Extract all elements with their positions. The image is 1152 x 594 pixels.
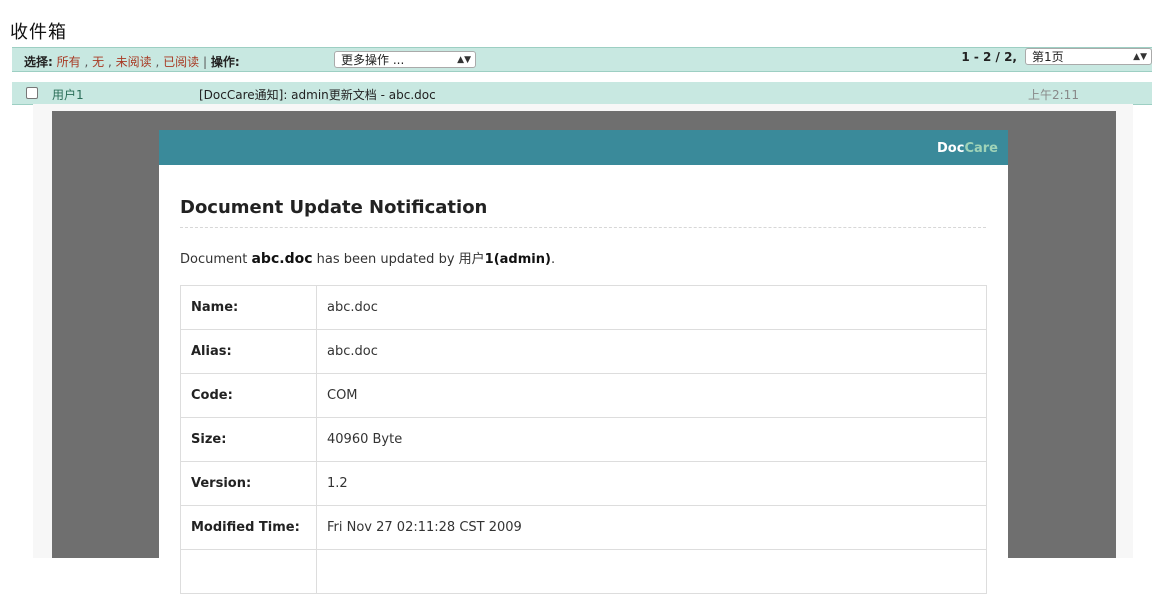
actions-dropdown[interactable]: 更多操作 ... ▲▼ [334, 51, 476, 68]
row-value: COM [316, 373, 987, 418]
row-key: Modified Time: [180, 505, 317, 550]
table-row: Version: 1.2 [180, 461, 987, 506]
desc-doc-name: abc.doc [251, 251, 313, 267]
desc-prefix: Document [180, 252, 252, 267]
select-label: 选择: [24, 55, 53, 69]
email-time: 上午2:11 [1028, 88, 1079, 102]
actions-label: 操作: [210, 55, 240, 69]
separator-pipe: | [202, 55, 208, 69]
desc-user-suffix: 1(admin) [484, 252, 551, 267]
row-key: Alias: [180, 329, 317, 374]
table-row: Size: 40960 Byte [180, 417, 987, 462]
selection-controls: 选择: 所有 , 无 , 未阅读 , 已阅读 | 操作: [24, 53, 240, 70]
checkbox-icon[interactable] [26, 87, 38, 99]
doccare-logo: DocCare [937, 141, 998, 156]
document-info-table: Name: abc.doc Alias: abc.doc Code: COM S… [180, 285, 987, 594]
pagination-text: 1 - 2 / 2, [961, 50, 1017, 64]
actions-dropdown-value: 更多操作 ... [341, 53, 405, 67]
email-sender[interactable]: 用户1 [52, 86, 84, 103]
up-down-arrows-icon: ▲▼ [1133, 52, 1147, 62]
page-dropdown[interactable]: 第1页 ▲▼ [1025, 48, 1152, 65]
row-key: Code: [180, 373, 317, 418]
select-read-link[interactable]: 已阅读 [163, 55, 199, 69]
row-key [180, 549, 317, 594]
select-unread-link[interactable]: 未阅读 [116, 55, 152, 69]
row-key: Version: [180, 461, 317, 506]
page-title: 收件箱 [10, 22, 67, 43]
desc-user-name: 用户 [458, 252, 485, 267]
row-value: 1.2 [316, 461, 987, 506]
table-row: Alias: abc.doc [180, 329, 987, 374]
notification-card: DocCare Document Update Notification Doc… [159, 130, 1008, 594]
separator-comma: , [84, 55, 89, 69]
table-row [180, 549, 987, 594]
row-key: Name: [180, 285, 317, 330]
row-value: Fri Nov 27 02:11:28 CST 2009 [316, 505, 987, 550]
row-value: abc.doc [316, 285, 987, 330]
notification-header-bar: DocCare [159, 130, 1008, 165]
logo-part-care: Care [964, 141, 998, 156]
mail-toolbar: 选择: 所有 , 无 , 未阅读 , 已阅读 | 操作: 更多操作 ... ▲▼… [12, 47, 1152, 72]
up-down-arrows-icon: ▲▼ [457, 55, 471, 65]
desc-middle: has been updated by [312, 252, 459, 267]
table-row: Modified Time: Fri Nov 27 02:11:28 CST 2… [180, 505, 987, 550]
notification-title: Document Update Notification [180, 197, 488, 218]
row-value: 40960 Byte [316, 417, 987, 462]
title-divider [180, 227, 986, 228]
page-dropdown-value: 第1页 [1032, 50, 1064, 64]
logo-part-doc: Doc [937, 141, 965, 156]
row-value: abc.doc [316, 329, 987, 374]
select-none-link[interactable]: 无 [92, 55, 104, 69]
table-row: Code: COM [180, 373, 987, 418]
email-list-row[interactable]: 用户1 [DocCare通知]: admin更新文档 - abc.doc 上午2… [12, 82, 1152, 105]
row-value [316, 549, 987, 594]
separator-comma: , [107, 55, 112, 69]
row-key: Size: [180, 417, 317, 462]
separator-comma: , [155, 55, 160, 69]
email-subject[interactable]: [DocCare通知]: admin更新文档 - abc.doc [199, 86, 436, 103]
notification-description: Document abc.doc has been updated by 用户1… [180, 248, 555, 267]
select-all-link[interactable]: 所有 [57, 55, 81, 69]
desc-end: . [550, 252, 556, 267]
table-row: Name: abc.doc [180, 285, 987, 330]
